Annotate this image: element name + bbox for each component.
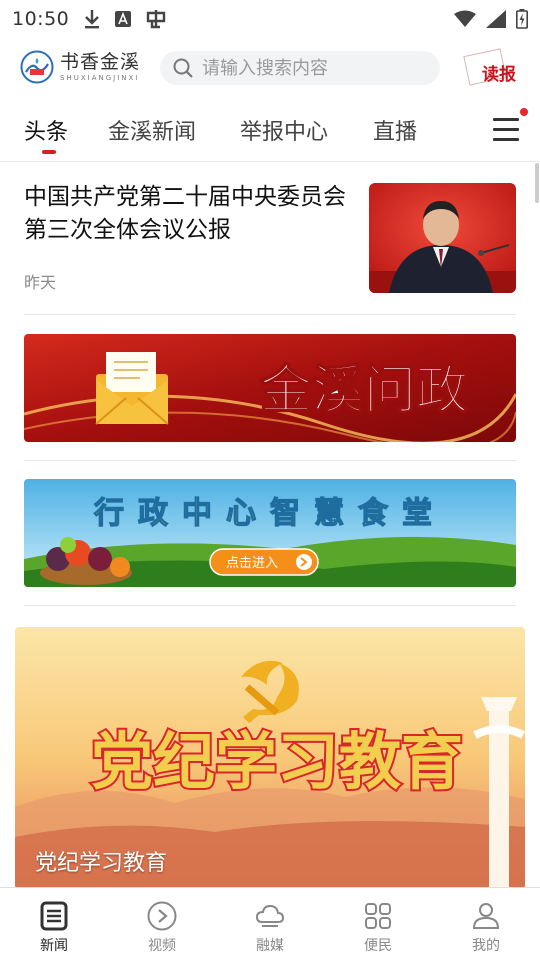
signal-icon xyxy=(486,10,506,28)
search-bar[interactable] xyxy=(160,51,440,85)
divider xyxy=(24,605,516,606)
nav-label: 新闻 xyxy=(40,938,68,954)
wifi-icon xyxy=(454,10,476,27)
divider xyxy=(24,460,516,461)
tab-jinxi-news[interactable]: 金溪新闻 xyxy=(108,114,196,146)
grid-icon xyxy=(365,903,391,929)
nav-news[interactable]: 新闻 xyxy=(0,888,108,960)
nav-services[interactable]: 便民 xyxy=(324,888,432,960)
download-icon xyxy=(85,10,100,29)
arrow-right-icon xyxy=(296,554,312,570)
nav-label: 融媒 xyxy=(256,938,284,954)
user-icon xyxy=(472,903,500,929)
scrollbar[interactable] xyxy=(535,163,539,203)
menu-line xyxy=(493,138,519,141)
app-header: 书香金溪 SHUXIANGJINXI 读报 xyxy=(0,38,540,98)
bottom-navigation: 新闻 视频 融媒 便民 我的 xyxy=(0,887,540,960)
logo-text: 书香金溪 xyxy=(60,51,141,73)
battery-charging-icon xyxy=(516,9,528,29)
banner-title: 行政中心智慧食堂 xyxy=(93,496,446,531)
video-play-icon xyxy=(147,901,177,931)
channel-menu-button[interactable] xyxy=(493,118,521,142)
status-bar: 10:50 xyxy=(0,0,540,38)
nav-label: 我的 xyxy=(472,938,500,954)
news-title: 中国共产党第二十届中央委员会第三次全体会议公报 xyxy=(24,184,346,243)
jinxi-wenzheng-banner[interactable]: 金溪问政 xyxy=(24,334,516,442)
search-input[interactable] xyxy=(202,57,422,79)
menu-line xyxy=(493,118,519,121)
active-tab-indicator xyxy=(42,150,56,154)
feature-card[interactable]: 党纪学习教育 党纪学习教育 xyxy=(15,627,525,887)
cloud-icon xyxy=(255,904,285,927)
logo-subtext: SHUXIANGJINXI xyxy=(60,74,140,82)
app-logo[interactable]: 书香金溪 SHUXIANGJINXI xyxy=(20,50,140,84)
bug-icon xyxy=(147,10,166,29)
nav-label: 便民 xyxy=(364,938,392,954)
read-newspaper-label: 读报 xyxy=(482,65,516,85)
nav-video[interactable]: 视频 xyxy=(108,888,216,960)
read-newspaper-button[interactable]: 读报 xyxy=(463,48,524,88)
feature-card-caption: 党纪学习教育 xyxy=(35,851,168,876)
search-icon xyxy=(173,58,193,78)
news-time: 昨天 xyxy=(24,273,57,292)
news-feed[interactable]: 中国共产党第二十届中央委员会第三次全体会议公报 昨天 金溪问政 行政中心智慧食堂… xyxy=(0,163,540,887)
canteen-banner[interactable]: 行政中心智慧食堂 点击进入 xyxy=(24,479,516,587)
status-time: 10:50 xyxy=(12,8,70,30)
tab-headlines[interactable]: 头条 xyxy=(24,114,68,146)
tab-live[interactable]: 直播 xyxy=(373,114,417,146)
nav-profile[interactable]: 我的 xyxy=(432,888,540,960)
logo-emblem-icon xyxy=(20,50,54,84)
tab-report-center[interactable]: 举报中心 xyxy=(240,114,328,146)
channel-tabs: 头条 金溪新闻 举报中心 直播 xyxy=(0,98,540,162)
menu-line xyxy=(493,128,519,131)
nav-media[interactable]: 融媒 xyxy=(216,888,324,960)
nav-label: 视频 xyxy=(148,938,176,954)
enter-button-label: 点击进入 xyxy=(226,556,278,571)
news-icon xyxy=(40,901,68,931)
notification-dot xyxy=(520,108,528,116)
news-thumbnail xyxy=(369,183,516,293)
feature-image-text: 党纪学习教育 xyxy=(91,725,463,798)
banner-title: 金溪问政 xyxy=(259,361,468,421)
a-notification-icon xyxy=(115,11,132,27)
news-item[interactable]: 中国共产党第二十届中央委员会第三次全体会议公报 昨天 xyxy=(24,163,516,315)
